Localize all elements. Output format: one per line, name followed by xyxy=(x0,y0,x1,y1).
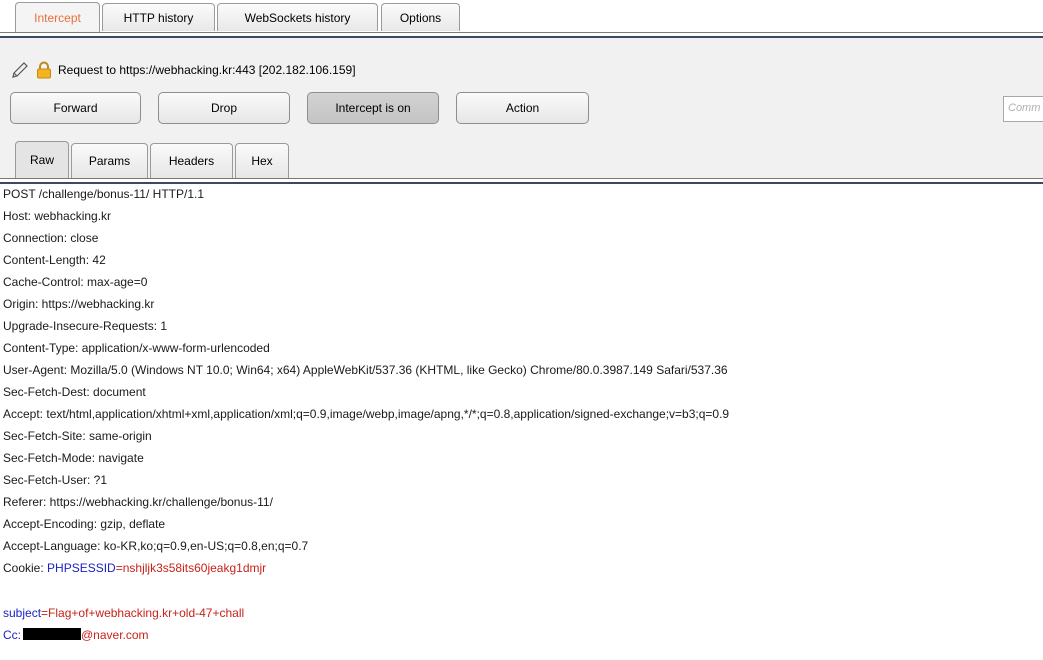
cc-suffix: @naver.com xyxy=(81,628,149,642)
top-tab-bar: Intercept HTTP history WebSockets histor… xyxy=(0,0,1043,36)
tab-intercept[interactable]: Intercept xyxy=(15,2,100,32)
intercept-toggle-label: Intercept is on xyxy=(335,101,411,115)
redaction-box xyxy=(23,628,81,640)
tab-http-history-label: HTTP history xyxy=(123,10,194,25)
subtab-headers[interactable]: Headers xyxy=(150,143,233,178)
header-line: Content-Type: application/x-www-form-url… xyxy=(3,341,270,355)
header-line: Origin: https://webhacking.kr xyxy=(3,297,155,311)
param-name: subject xyxy=(3,606,42,620)
header-line: User-Agent: Mozilla/5.0 (Windows NT 10.0… xyxy=(3,363,728,377)
request-info: Request to https://webhacking.kr:443 [20… xyxy=(10,60,356,80)
pencil-icon[interactable] xyxy=(10,60,30,80)
raw-request-editor[interactable]: POST /challenge/bonus-11/ HTTP/1.1 Host:… xyxy=(0,184,1043,660)
header-line: Sec-Fetch-Mode: navigate xyxy=(3,451,144,465)
subtab-raw[interactable]: Raw xyxy=(15,141,69,178)
tab-options-label: Options xyxy=(399,10,442,25)
header-line: Content-Length: 42 xyxy=(3,253,106,267)
subtab-params-label: Params xyxy=(88,154,131,168)
cookie-prefix: Cookie: xyxy=(3,561,48,575)
header-line: Upgrade-Insecure-Requests: 1 xyxy=(3,319,168,333)
cookie-line: Cookie: PHPSESSID=nshjljk3s58its60jeakg1… xyxy=(3,558,266,578)
tab-websockets-history-label: WebSockets history xyxy=(244,10,351,25)
header-line: Connection: close xyxy=(3,231,99,245)
header-line: Accept: text/html,application/xhtml+xml,… xyxy=(3,407,730,421)
tab-options[interactable]: Options xyxy=(381,3,460,31)
drop-button[interactable]: Drop xyxy=(158,92,290,124)
subtab-headers-label: Headers xyxy=(168,154,215,168)
action-button[interactable]: Action xyxy=(456,92,589,124)
header-line: Accept-Encoding: gzip, deflate xyxy=(3,517,166,531)
param-value: =Flag+of+webhacking.kr+old-47+chall xyxy=(41,606,245,620)
top-tab-divider xyxy=(0,32,1043,38)
drop-button-label: Drop xyxy=(210,101,237,115)
header-line: Sec-Fetch-User: ?1 xyxy=(3,473,108,487)
header-line: Cache-Control: max-age=0 xyxy=(3,275,148,289)
tab-intercept-label: Intercept xyxy=(34,10,81,25)
intercept-toggle-button[interactable]: Intercept is on xyxy=(307,92,439,124)
cc-line: Cc: @naver.com xyxy=(3,625,149,645)
request-target: Request to https://webhacking.kr:443 [20… xyxy=(58,63,356,77)
header-line: Referer: https://webhacking.kr/challenge… xyxy=(3,495,273,509)
forward-button[interactable]: Forward xyxy=(10,92,141,124)
header-line: Accept-Language: ko-KR,ko;q=0.9,en-US;q=… xyxy=(3,539,309,553)
cc-label: Cc: xyxy=(3,628,21,642)
header-line: Host: webhacking.kr xyxy=(3,209,112,223)
lock-icon xyxy=(37,61,51,79)
cookie-name: PHPSESSID xyxy=(47,561,116,575)
subtab-hex-label: Hex xyxy=(251,154,273,168)
subtab-hex[interactable]: Hex xyxy=(235,143,289,178)
header-line: Sec-Fetch-Site: same-origin xyxy=(3,429,152,443)
action-button-label: Action xyxy=(505,101,540,115)
comment-field[interactable]: Comm xyxy=(1003,96,1043,122)
tab-http-history[interactable]: HTTP history xyxy=(102,3,215,31)
header-line: Sec-Fetch-Dest: document xyxy=(3,385,146,399)
body-param-line: subject=Flag+of+webhacking.kr+old-47+cha… xyxy=(3,603,244,623)
cookie-value: =nshjljk3s58its60jeakg1dmjr xyxy=(115,561,267,575)
subtab-params[interactable]: Params xyxy=(71,143,148,178)
subtab-raw-label: Raw xyxy=(29,153,54,167)
forward-button-label: Forward xyxy=(53,101,98,115)
tab-websockets-history[interactable]: WebSockets history xyxy=(217,3,378,31)
request-line: POST /challenge/bonus-11/ HTTP/1.1 xyxy=(3,187,204,201)
